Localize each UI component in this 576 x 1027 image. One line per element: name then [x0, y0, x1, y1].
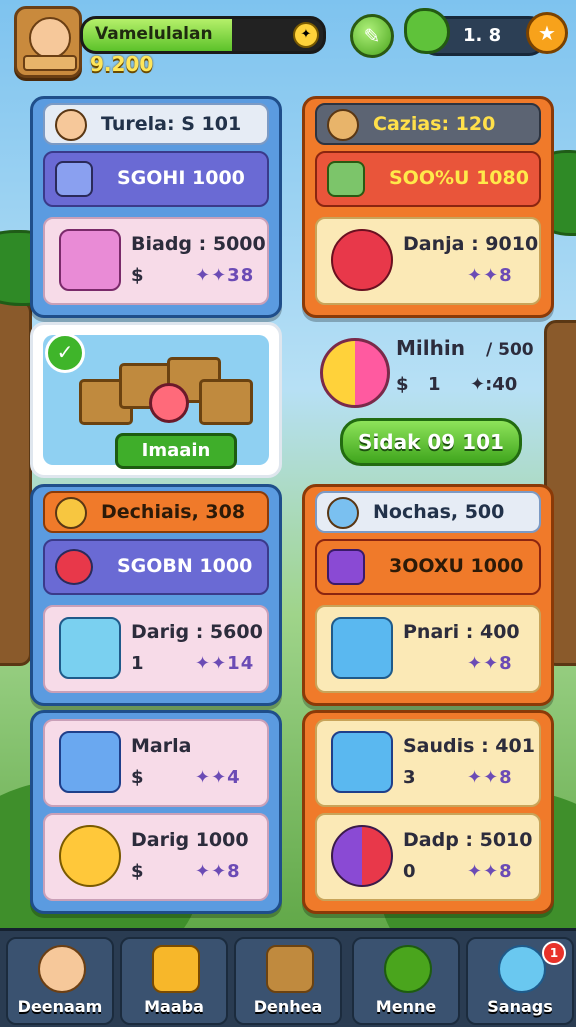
- nav-item-0[interactable]: Deenaam: [6, 937, 114, 1025]
- face-icon: [55, 109, 87, 141]
- gift-box-icon: [152, 945, 200, 993]
- featured-currency: $: [396, 374, 409, 395]
- gem-icon: [55, 549, 93, 585]
- shop-panel-left-mid: Dechiais, 308 SGOBN 1000 Darig : 5600 1 …: [30, 484, 282, 706]
- currency-row[interactable]: 3OOXU 1000: [315, 539, 541, 595]
- shop-panel-left-top: Turela: S 101 SGOHI 1000 Biadg : 5000 $ …: [30, 96, 282, 318]
- stat-value: 1. 8: [463, 25, 502, 46]
- featured-buy-button[interactable]: Sidak 09 101: [340, 418, 522, 466]
- bottom-nav: Deenaam Maaba Denhea Menne 1 Sanags: [0, 928, 576, 1027]
- panel-header: Cazias: 120: [315, 103, 541, 145]
- item-card[interactable]: Marla $ ✦✦4: [43, 719, 269, 807]
- character-icon: [38, 945, 86, 993]
- item-card[interactable]: Darig : 5600 1 ✦✦14: [43, 605, 269, 693]
- featured-name: Milhin: [396, 336, 465, 360]
- nav-item-4[interactable]: 1 Sanags: [466, 937, 574, 1025]
- featured-rate: / 500: [486, 340, 534, 360]
- item-card[interactable]: Saudis : 401 3 ✦✦8: [315, 719, 541, 807]
- crate-offer-label: Imaain: [115, 433, 237, 469]
- player-name: Vamelulalan: [95, 24, 213, 44]
- panel-header: Turela: S 101: [43, 103, 269, 145]
- cake-box-icon: [59, 229, 121, 291]
- shop-panel-right-mid: Nochas, 500 3OOXU 1000 Pnari : 400 ✦✦8: [302, 484, 554, 706]
- coin-stack-icon: [55, 497, 87, 529]
- featured-offer: Milhin / 500 $ 1 ✦:40 Sidak 09 101: [302, 322, 548, 472]
- jar-icon: [55, 161, 93, 197]
- player-avatar[interactable]: [14, 6, 82, 78]
- item-card[interactable]: Darig 1000 $ ✦✦8: [43, 813, 269, 901]
- player-score: 9.200: [90, 52, 154, 76]
- item-card[interactable]: Pnari : 400 ✦✦8: [315, 605, 541, 693]
- bush-icon: [384, 945, 432, 993]
- wand-icon: [327, 549, 365, 585]
- player-xp-bar: Vamelulalan ✦: [80, 16, 326, 54]
- currency-row[interactable]: SOO%U 1080: [315, 151, 541, 207]
- panel-header: Nochas, 500: [315, 491, 541, 533]
- nav-item-2[interactable]: Denhea: [234, 937, 342, 1025]
- tablet-icon: [59, 731, 121, 793]
- fruit-icon: [149, 383, 189, 423]
- crate-offer-card[interactable]: Imaain ✓: [30, 322, 282, 478]
- screen-icon: [331, 731, 393, 793]
- item-card[interactable]: Dadp : 5010 0 ✦✦8: [315, 813, 541, 901]
- currency-row[interactable]: SGOHI 1000: [43, 151, 269, 207]
- balloon-icon: [320, 338, 390, 408]
- leaf-button[interactable]: ✎: [350, 14, 394, 58]
- crate-icon: [266, 945, 314, 993]
- featured-value: ✦:40: [470, 374, 518, 395]
- coins-icon: [59, 825, 121, 887]
- green-blob-icon: [404, 8, 450, 54]
- crossed-tools-icon: [59, 617, 121, 679]
- torch-icon: [327, 109, 359, 141]
- item-card[interactable]: Danja : 9010 ✦✦8: [315, 217, 541, 305]
- featured-sub: 1: [428, 374, 441, 395]
- currency-row[interactable]: SGOBN 1000: [43, 539, 269, 595]
- notification-badge: 1: [542, 941, 566, 965]
- brush-icon: [327, 497, 359, 529]
- crate-icon: [199, 379, 253, 425]
- item-card[interactable]: Biadg : 5000 $ ✦✦38: [43, 217, 269, 305]
- heart-balloon-icon: [331, 825, 393, 887]
- nav-item-1[interactable]: Maaba: [120, 937, 228, 1025]
- nav-item-3[interactable]: Menne: [352, 937, 460, 1025]
- shop-panel-right-top: Cazias: 120 SOO%U 1080 Danja : 9010 ✦✦8: [302, 96, 554, 318]
- cash-icon: [327, 161, 365, 197]
- shop-panel-right-bottom: Saudis : 401 3 ✦✦8 Dadp : 5010 0 ✦✦8: [302, 710, 554, 914]
- coin-icon: ✦: [293, 22, 319, 48]
- panel-header: Dechiais, 308: [43, 491, 269, 533]
- puzzle-icon: [331, 617, 393, 679]
- shop-panel-left-bottom: Marla $ ✦✦4 Darig 1000 $ ✦✦8: [30, 710, 282, 914]
- balloon-icon: [498, 945, 546, 993]
- potion-icon: [331, 229, 393, 291]
- check-icon: ✓: [45, 333, 85, 373]
- star-button[interactable]: ★: [526, 12, 568, 54]
